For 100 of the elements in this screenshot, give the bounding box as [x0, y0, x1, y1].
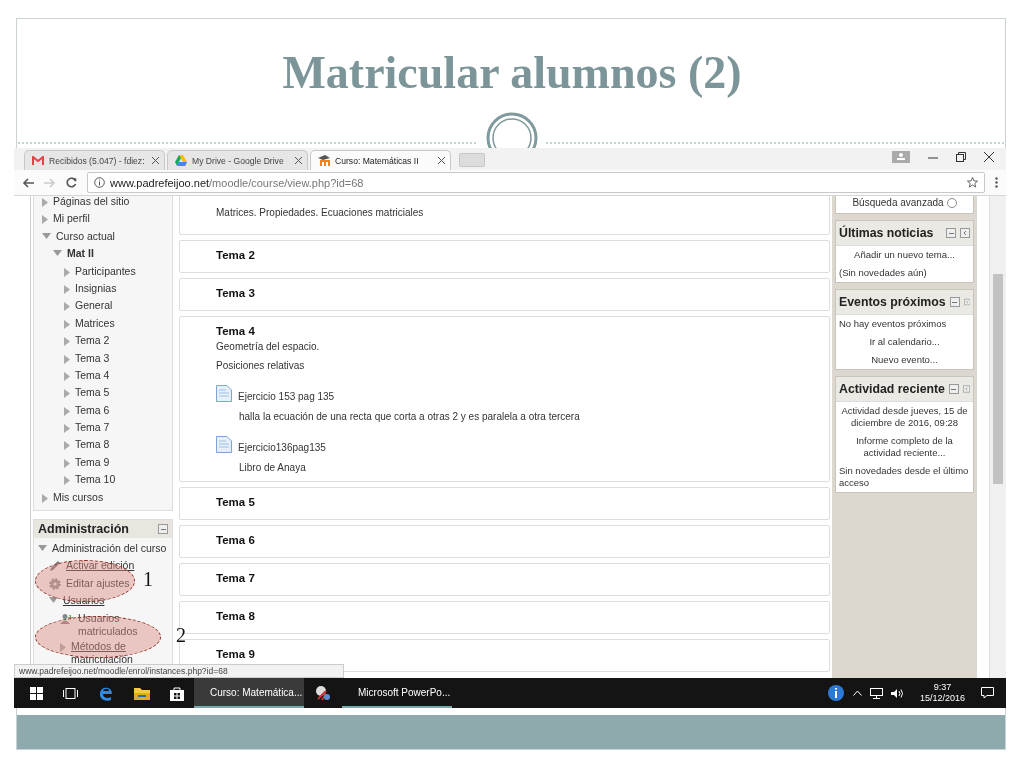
resource-description: halla la ecuación de una recta que corta a otras 2 y es paralela a otra tercera — [239, 411, 581, 422]
nav-tree-item[interactable]: Tema 3 — [75, 351, 110, 365]
notifications-icon[interactable] — [981, 687, 994, 699]
collapsed-arrow-icon[interactable] — [42, 198, 48, 207]
collapse-icon[interactable] — [948, 384, 959, 394]
taskbar-button[interactable]: Microsoft PowerPo... — [342, 678, 452, 708]
browser-e-icon[interactable] — [98, 685, 114, 701]
section-title: Tema 6 — [216, 534, 256, 546]
chevron-up-icon[interactable] — [852, 690, 862, 696]
admin-menu-item[interactable]: Editar ajustes — [66, 576, 130, 590]
scissors-icon[interactable] — [314, 685, 332, 701]
nav-tree-item[interactable]: Tema 4 — [75, 368, 110, 382]
close-icon[interactable] — [984, 152, 994, 162]
admin-menu-item[interactable]: Administración del curso — [52, 542, 167, 556]
collapsed-arrow-icon[interactable] — [64, 267, 70, 277]
speaker-icon[interactable] — [890, 687, 904, 699]
nav-tree-item[interactable]: Mi perfil — [53, 212, 90, 226]
collapse-icon[interactable] — [946, 228, 956, 238]
nav-tree-item[interactable]: Insignias — [75, 281, 117, 295]
collapsed-arrow-icon[interactable] — [64, 354, 70, 364]
network-icon[interactable] — [869, 687, 883, 699]
section-summary: Matrices. Propiedades. Ecuaciones matriciales — [216, 207, 425, 218]
collapse-icon[interactable] — [949, 297, 960, 307]
collapsed-arrow-icon[interactable] — [42, 493, 48, 503]
collapsed-arrow-icon[interactable] — [64, 476, 70, 486]
folder-icon[interactable] — [134, 686, 150, 700]
slide-title: Matricular alumnos (2) — [281, 46, 743, 99]
collapsed-arrow-icon[interactable] — [42, 215, 48, 225]
nav-tree-item[interactable]: Curso actual — [56, 229, 115, 243]
expanded-arrow-icon[interactable] — [49, 597, 58, 604]
section-title: Tema 9 — [216, 648, 256, 660]
resource-link[interactable]: Ejercicio 153 pag 135 — [238, 391, 335, 402]
nav-tree-item[interactable]: Tema 5 — [75, 386, 110, 400]
hat-icon — [318, 155, 330, 166]
collapsed-arrow-icon[interactable] — [64, 284, 70, 294]
collapse-icon[interactable] — [158, 524, 168, 535]
admin-menu-item[interactable]: Métodos de matriculación — [71, 639, 172, 666]
help-icon[interactable] — [946, 197, 957, 208]
collapsed-arrow-icon[interactable] — [64, 406, 70, 416]
collapsed-arrow-icon[interactable] — [64, 371, 70, 381]
nav-tree-item[interactable]: General — [75, 299, 113, 313]
nav-tree-item[interactable]: Mat II — [67, 247, 94, 261]
admin-menu-item[interactable]: Usuarios matriculados — [78, 611, 172, 638]
nav-tree-item[interactable]: Tema 2 — [75, 334, 110, 348]
nav-tree-item[interactable]: Páginas del sitio — [53, 196, 130, 208]
close-icon[interactable] — [438, 157, 445, 164]
menu-icon[interactable] — [995, 177, 998, 188]
task-view-icon[interactable] — [63, 687, 78, 699]
browser-tab[interactable]: My Drive - Google Drive — [167, 150, 308, 170]
scrollbar[interactable] — [989, 196, 1006, 678]
restore-icon[interactable] — [956, 152, 966, 162]
nav-tree-item[interactable]: Tema 10 — [75, 473, 116, 487]
windows-icon[interactable] — [30, 686, 43, 700]
profile-icon[interactable] — [892, 151, 910, 163]
collapsed-arrow-icon[interactable] — [64, 458, 70, 468]
browser-tab[interactable]: Recibidos (5.047) - fdiez: — [24, 150, 165, 170]
scrollbar-thumb[interactable] — [993, 274, 1003, 484]
section-title: Tema 3 — [216, 287, 256, 299]
admin-menu-item[interactable]: Activar edición — [66, 559, 135, 573]
star-icon[interactable] — [967, 177, 978, 188]
expanded-arrow-icon[interactable] — [38, 545, 47, 552]
close-icon[interactable] — [295, 157, 302, 164]
section-title: Tema 5 — [216, 496, 256, 508]
block-text: No hay eventos próximos — [838, 317, 948, 331]
collapsed-arrow-icon[interactable] — [64, 302, 70, 312]
nav-tree-item[interactable]: Mis cursos — [53, 490, 104, 504]
expanded-arrow-icon[interactable] — [42, 232, 51, 239]
block-title: Últimas noticias — [839, 226, 935, 240]
clock-date: 15/12/2016 — [919, 693, 965, 704]
dock-icon[interactable] — [960, 228, 970, 238]
expanded-arrow-icon[interactable] — [53, 250, 62, 257]
collapsed-arrow-icon[interactable] — [64, 389, 70, 399]
block-link[interactable]: Ir al calendario... — [836, 333, 973, 351]
close-icon[interactable] — [152, 157, 159, 164]
nav-tree-item[interactable]: Matrices — [75, 316, 115, 330]
browser-tab[interactable]: Curso: Matemáticas II — [310, 150, 451, 170]
back-icon[interactable] — [22, 177, 34, 188]
admin-menu-item[interactable]: Usuarios — [63, 594, 105, 608]
info-badge-icon[interactable] — [826, 684, 845, 702]
nav-tree-item[interactable]: Tema 7 — [75, 421, 110, 435]
resource-link[interactable]: Ejercicio136pag135 — [238, 442, 326, 453]
collapsed-arrow-icon[interactable] — [64, 337, 70, 347]
collapsed-arrow-icon[interactable] — [64, 441, 70, 451]
document-icon — [216, 436, 232, 453]
nav-tree-item[interactable]: Participantes — [75, 264, 136, 278]
dock-icon[interactable] — [962, 384, 970, 394]
address-bar[interactable]: www.padrefeijoo.net/moodle/course/view.php?id=68 — [87, 172, 985, 193]
block-link[interactable]: Informe completo de la actividad reciente... — [836, 432, 973, 462]
nav-tree-item[interactable]: Tema 9 — [75, 455, 110, 469]
block-link[interactable]: Nuevo evento... — [836, 351, 973, 369]
reload-icon[interactable] — [66, 177, 77, 188]
taskbar-button[interactable]: Curso: Matemática... — [194, 678, 304, 708]
block-link[interactable]: Añadir un nuevo tema... — [836, 246, 973, 264]
shopping-bag-icon[interactable] — [170, 685, 184, 701]
nav-tree-item[interactable]: Tema 6 — [75, 403, 110, 417]
collapsed-arrow-icon[interactable] — [64, 424, 70, 434]
collapsed-arrow-icon[interactable] — [64, 319, 70, 329]
info-icon[interactable] — [94, 177, 105, 188]
nav-tree-item[interactable]: Tema 8 — [75, 438, 110, 452]
section-title: Tema 2 — [216, 249, 256, 261]
